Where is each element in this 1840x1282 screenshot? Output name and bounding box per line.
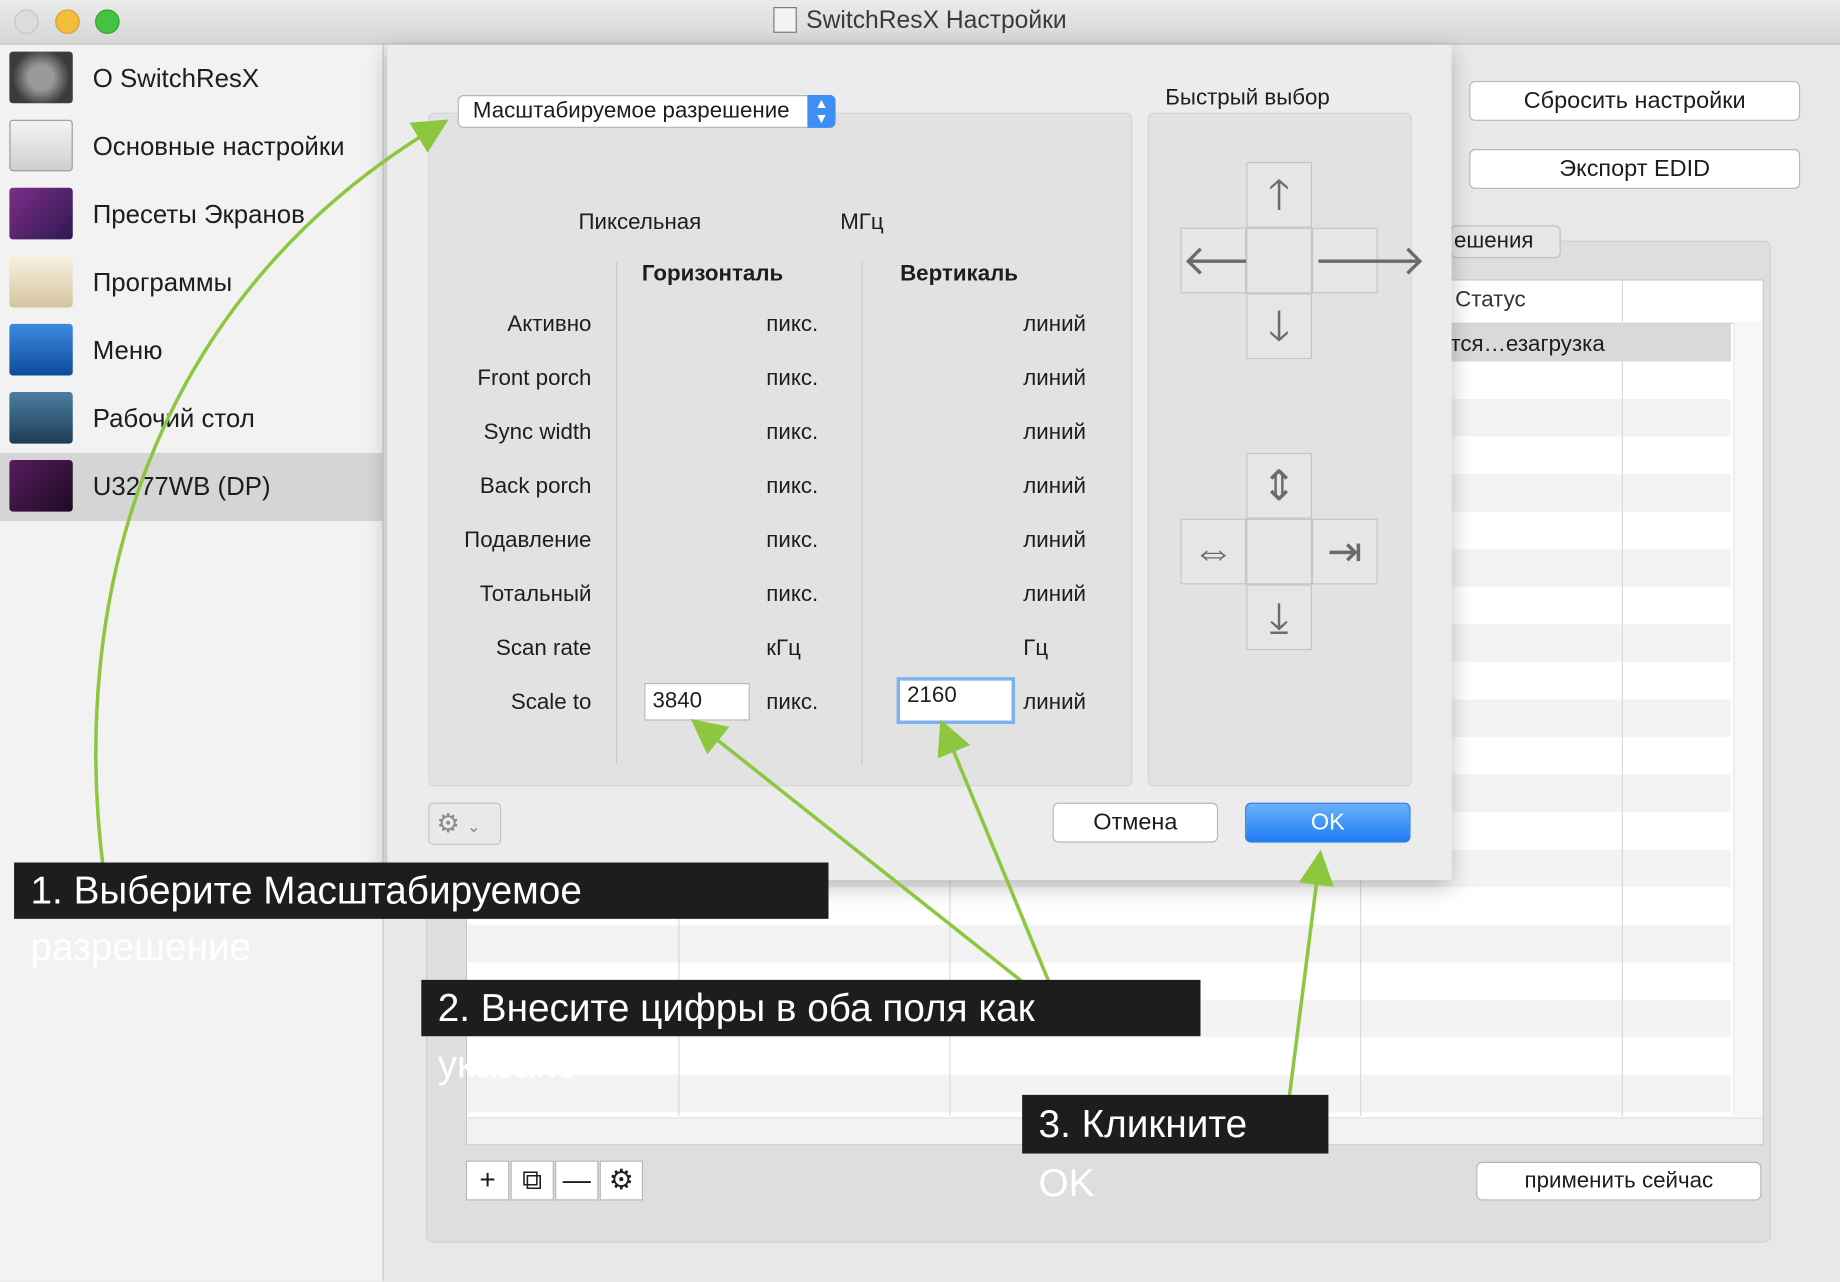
row-label: Подавление xyxy=(464,528,592,553)
quick-select-label: Быстрый выбор xyxy=(1165,85,1330,111)
center-cell xyxy=(1246,227,1312,294)
sidebar-item-desktop[interactable]: Рабочий стол xyxy=(0,385,383,453)
expand-vertical-icon[interactable]: ⇕ xyxy=(1246,452,1312,519)
gear-icon: ⚙ xyxy=(436,808,460,838)
column-header-horizontal: Горизонталь xyxy=(641,261,784,287)
display-presets-icon xyxy=(9,187,73,240)
menu-screenshot-icon xyxy=(9,323,73,376)
cancel-button[interactable]: Отмена xyxy=(1052,802,1219,843)
app-icon xyxy=(773,7,797,33)
row-v-unit: линий xyxy=(1023,690,1086,715)
row-label: Sync width xyxy=(483,420,592,445)
vertical-scrollbar[interactable] xyxy=(1733,322,1763,1116)
arrow-right-icon[interactable]: 🡒 xyxy=(1311,227,1426,294)
window-title: SwitchResX Настройки xyxy=(806,7,1067,35)
add-button[interactable]: + xyxy=(465,1160,510,1201)
sidebar-item-label: О SwitchResX xyxy=(92,63,260,93)
row-v-unit: линий xyxy=(1023,420,1086,445)
title-bar: SwitchResX Настройки xyxy=(0,0,1840,45)
sidebar-item-label: U3277WB (DP) xyxy=(92,471,271,502)
shrink-horizontal-icon[interactable]: ⇥ xyxy=(1311,518,1378,585)
row-label: Front porch xyxy=(477,366,592,391)
reset-settings-button[interactable]: Сбросить настройки xyxy=(1469,80,1801,121)
sidebar-item-menu[interactable]: Меню xyxy=(0,317,383,385)
row-h-unit: пикс. xyxy=(766,366,819,391)
desktop-icon xyxy=(9,391,73,444)
annotation-step-1: 1. Выберите Масштабируемое разрешение xyxy=(14,862,829,968)
sidebar-item-monitor[interactable]: U3277WB (DP) xyxy=(0,452,383,522)
expand-horizontal-icon[interactable]: ⇔ xyxy=(1180,518,1247,585)
row-label: Активно xyxy=(507,312,592,337)
monitor-icon xyxy=(9,460,73,512)
row-h-unit: кГц xyxy=(766,636,801,661)
row-h-unit: пикс. xyxy=(766,690,819,715)
arrow-down-icon[interactable]: 🡓 xyxy=(1246,293,1312,360)
annotation-step-2: 2. Внесите цифры в оба поля как указано xyxy=(421,979,1201,1085)
export-edid-button[interactable]: Экспорт EDID xyxy=(1469,149,1801,189)
row-h-unit: пикс. xyxy=(766,582,819,607)
switchresx-gear-icon xyxy=(9,51,73,104)
annotation-step-3: 3. Кликните OK xyxy=(1022,1094,1329,1204)
row-h-unit: пикс. xyxy=(766,312,819,337)
resolution-type-value: Масштабируемое разрешение xyxy=(472,98,790,124)
pixel-clock-label: Пиксельная xyxy=(578,210,702,235)
sidebar-item-label: Меню xyxy=(92,335,163,365)
sidebar-item-general[interactable]: Основные настройки xyxy=(0,113,383,181)
sidebar-item-label: Пресеты Экранов xyxy=(92,199,305,229)
arrow-left-icon[interactable]: 🡐 xyxy=(1180,227,1295,294)
scale-to-horizontal-field[interactable]: 3840 xyxy=(644,682,750,721)
sidebar-item-apps[interactable]: Программы xyxy=(0,249,383,317)
custom-resolution-sheet: Масштабируемое разрешение ▲ ▼ Пиксельная … xyxy=(387,44,1452,881)
sidebar-item-label: Основные настройки xyxy=(92,131,345,161)
row-v-unit: Гц xyxy=(1023,636,1049,661)
applications-icon xyxy=(9,255,73,308)
row-label: Scan rate xyxy=(496,636,592,661)
column-header-vertical: Вертикаль xyxy=(900,261,1018,287)
row-v-unit: линий xyxy=(1023,528,1086,553)
row-v-unit: линий xyxy=(1023,366,1086,391)
column-header-status[interactable]: Статус xyxy=(1455,288,1525,314)
resolution-type-popup[interactable]: Масштабируемое разрешение ▲ ▼ xyxy=(457,95,836,128)
app-window: SwitchResX Настройки О SwitchResX Основн… xyxy=(0,0,1840,1282)
row-v-unit: линий xyxy=(1023,474,1086,499)
duplicate-button[interactable]: ⧉ xyxy=(510,1160,554,1201)
apply-now-button[interactable]: применить сейчас xyxy=(1476,1161,1762,1201)
sidebar: О SwitchResX Основные настройки Пресеты … xyxy=(0,44,384,1282)
tab-resolutions[interactable]: ешения xyxy=(1450,225,1561,259)
row-v-unit: линий xyxy=(1023,312,1086,337)
row-label: Тотальный xyxy=(479,582,592,607)
row-label: Scale to xyxy=(510,690,592,715)
gear-menu-button[interactable]: ⚙ ⌄ xyxy=(428,802,502,845)
arrow-up-icon[interactable]: 🡑 xyxy=(1246,161,1312,228)
shrink-vertical-icon[interactable]: ⤓ xyxy=(1246,584,1312,651)
row-h-unit: пикс. xyxy=(766,474,819,499)
scale-to-vertical-field[interactable]: 2160 xyxy=(896,677,1016,725)
row-v-unit: линий xyxy=(1023,582,1086,607)
table-cell-status: тся…езагрузка xyxy=(1450,332,1605,357)
sidebar-item-label: Рабочий стол xyxy=(92,403,255,434)
gear-icon[interactable]: ⚙ xyxy=(599,1160,644,1201)
ok-button[interactable]: OK xyxy=(1245,802,1411,843)
remove-button[interactable]: — xyxy=(555,1160,599,1201)
sidebar-item-label: Программы xyxy=(92,267,233,297)
timing-panel xyxy=(428,112,1133,787)
center-cell xyxy=(1246,518,1312,585)
row-label: Back porch xyxy=(479,474,592,499)
light-switch-icon xyxy=(9,119,73,172)
pixel-clock-unit: МГц xyxy=(840,210,884,235)
chevron-updown-icon: ▲ ▼ xyxy=(807,95,836,128)
row-h-unit: пикс. xyxy=(766,528,819,553)
sidebar-item-about[interactable]: О SwitchResX xyxy=(0,45,383,113)
sidebar-item-presets[interactable]: Пресеты Экранов xyxy=(0,181,383,249)
chevron-down-icon: ⌄ xyxy=(466,816,481,836)
row-h-unit: пикс. xyxy=(766,420,819,445)
table-toolbar: + ⧉ — ⚙ xyxy=(465,1160,644,1203)
